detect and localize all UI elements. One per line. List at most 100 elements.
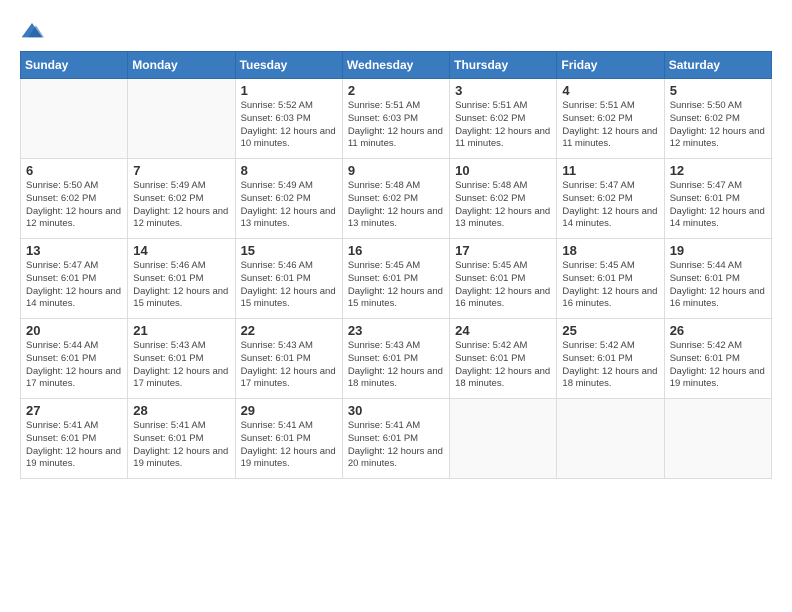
weekday-header: Saturday <box>664 52 771 79</box>
day-info: Sunrise: 5:48 AM Sunset: 6:02 PM Dayligh… <box>348 180 444 231</box>
calendar-day-cell: 22 Sunrise: 5:43 AM Sunset: 6:01 PM Dayli… <box>235 319 342 399</box>
day-number: 25 <box>562 323 658 338</box>
calendar-day-cell: 13 Sunrise: 5:47 AM Sunset: 6:01 PM Dayli… <box>21 239 128 319</box>
day-number: 1 <box>241 83 337 98</box>
calendar-header-row: SundayMondayTuesdayWednesdayThursdayFrid… <box>21 52 772 79</box>
day-info: Sunrise: 5:47 AM Sunset: 6:01 PM Dayligh… <box>26 260 122 311</box>
day-info: Sunrise: 5:49 AM Sunset: 6:02 PM Dayligh… <box>241 180 337 231</box>
day-number: 19 <box>670 243 766 258</box>
day-number: 3 <box>455 83 551 98</box>
calendar-day-cell: 26Sunrise: 5:42 AM Sunset: 6:01 PM Dayli… <box>664 319 771 399</box>
calendar-body: 1Sunrise: 5:52 AM Sunset: 6:03 PM Daylig… <box>21 79 772 479</box>
day-number: 12 <box>670 163 766 178</box>
calendar-day-cell: 19 Sunrise: 5:44 AM Sunset: 6:01 PM Dayli… <box>664 239 771 319</box>
day-number: 29 <box>241 403 337 418</box>
calendar-week-row: 20Sunrise: 5:44 AM Sunset: 6:01 PM Dayli… <box>21 319 772 399</box>
calendar-day-cell: 24 Sunrise: 5:42 AM Sunset: 6:01 PM Dayli… <box>450 319 557 399</box>
weekday-header: Sunday <box>21 52 128 79</box>
day-number: 24 <box>455 323 551 338</box>
day-info: Sunrise: 5:45 AM Sunset: 6:01 PM Dayligh… <box>562 260 658 311</box>
calendar-week-row: 6 Sunrise: 5:50 AM Sunset: 6:02 PM Daylig… <box>21 159 772 239</box>
calendar-day-cell <box>664 399 771 479</box>
day-number: 27 <box>26 403 122 418</box>
calendar-day-cell: 8 Sunrise: 5:49 AM Sunset: 6:02 PM Daylig… <box>235 159 342 239</box>
calendar-day-cell: 14Sunrise: 5:46 AM Sunset: 6:01 PM Dayli… <box>128 239 235 319</box>
page-container: SundayMondayTuesdayWednesdayThursdayFrid… <box>20 20 772 479</box>
day-info: Sunrise: 5:48 AM Sunset: 6:02 PM Dayligh… <box>455 180 551 231</box>
day-info: Sunrise: 5:41 AM Sunset: 6:01 PM Dayligh… <box>348 420 444 471</box>
calendar-day-cell: 3 Sunrise: 5:51 AM Sunset: 6:02 PM Daylig… <box>450 79 557 159</box>
calendar-day-cell: 9 Sunrise: 5:48 AM Sunset: 6:02 PM Daylig… <box>342 159 449 239</box>
day-number: 6 <box>26 163 122 178</box>
calendar: SundayMondayTuesdayWednesdayThursdayFrid… <box>20 51 772 479</box>
day-info: Sunrise: 5:42 AM Sunset: 6:01 PM Dayligh… <box>455 340 551 391</box>
day-info: Sunrise: 5:44 AM Sunset: 6:01 PM Dayligh… <box>26 340 122 391</box>
calendar-week-row: 1Sunrise: 5:52 AM Sunset: 6:03 PM Daylig… <box>21 79 772 159</box>
logo <box>20 20 48 41</box>
day-number: 15 <box>241 243 337 258</box>
day-number: 8 <box>241 163 337 178</box>
day-info: Sunrise: 5:51 AM Sunset: 6:02 PM Dayligh… <box>562 100 658 151</box>
day-info: Sunrise: 5:45 AM Sunset: 6:01 PM Dayligh… <box>348 260 444 311</box>
day-info: Sunrise: 5:51 AM Sunset: 6:02 PM Dayligh… <box>455 100 551 151</box>
day-number: 23 <box>348 323 444 338</box>
day-number: 5 <box>670 83 766 98</box>
header <box>20 20 772 41</box>
calendar-day-cell: 15Sunrise: 5:46 AM Sunset: 6:01 PM Dayli… <box>235 239 342 319</box>
calendar-day-cell: 29 Sunrise: 5:41 AM Sunset: 6:01 PM Dayli… <box>235 399 342 479</box>
day-number: 13 <box>26 243 122 258</box>
day-info: Sunrise: 5:50 AM Sunset: 6:02 PM Dayligh… <box>670 100 766 151</box>
day-number: 18 <box>562 243 658 258</box>
calendar-day-cell: 27 Sunrise: 5:41 AM Sunset: 6:01 PM Dayli… <box>21 399 128 479</box>
day-number: 7 <box>133 163 229 178</box>
day-number: 14 <box>133 243 229 258</box>
day-info: Sunrise: 5:41 AM Sunset: 6:01 PM Dayligh… <box>241 420 337 471</box>
calendar-day-cell: 6 Sunrise: 5:50 AM Sunset: 6:02 PM Daylig… <box>21 159 128 239</box>
day-number: 17 <box>455 243 551 258</box>
day-info: Sunrise: 5:51 AM Sunset: 6:03 PM Dayligh… <box>348 100 444 151</box>
day-info: Sunrise: 5:42 AM Sunset: 6:01 PM Dayligh… <box>670 340 766 391</box>
weekday-header: Tuesday <box>235 52 342 79</box>
calendar-day-cell: 23 Sunrise: 5:43 AM Sunset: 6:01 PM Dayli… <box>342 319 449 399</box>
day-info: Sunrise: 5:44 AM Sunset: 6:01 PM Dayligh… <box>670 260 766 311</box>
calendar-day-cell: 11 Sunrise: 5:47 AM Sunset: 6:02 PM Dayli… <box>557 159 664 239</box>
day-number: 10 <box>455 163 551 178</box>
calendar-day-cell: 7 Sunrise: 5:49 AM Sunset: 6:02 PM Daylig… <box>128 159 235 239</box>
calendar-day-cell <box>21 79 128 159</box>
day-number: 16 <box>348 243 444 258</box>
weekday-header: Monday <box>128 52 235 79</box>
calendar-week-row: 27 Sunrise: 5:41 AM Sunset: 6:01 PM Dayli… <box>21 399 772 479</box>
day-number: 4 <box>562 83 658 98</box>
day-info: Sunrise: 5:49 AM Sunset: 6:02 PM Dayligh… <box>133 180 229 231</box>
day-info: Sunrise: 5:43 AM Sunset: 6:01 PM Dayligh… <box>133 340 229 391</box>
day-info: Sunrise: 5:47 AM Sunset: 6:02 PM Dayligh… <box>562 180 658 231</box>
calendar-day-cell: 1Sunrise: 5:52 AM Sunset: 6:03 PM Daylig… <box>235 79 342 159</box>
calendar-day-cell: 4 Sunrise: 5:51 AM Sunset: 6:02 PM Daylig… <box>557 79 664 159</box>
day-info: Sunrise: 5:41 AM Sunset: 6:01 PM Dayligh… <box>133 420 229 471</box>
day-info: Sunrise: 5:42 AM Sunset: 6:01 PM Dayligh… <box>562 340 658 391</box>
day-number: 2 <box>348 83 444 98</box>
day-info: Sunrise: 5:47 AM Sunset: 6:01 PM Dayligh… <box>670 180 766 231</box>
day-info: Sunrise: 5:50 AM Sunset: 6:02 PM Dayligh… <box>26 180 122 231</box>
calendar-day-cell: 16 Sunrise: 5:45 AM Sunset: 6:01 PM Dayli… <box>342 239 449 319</box>
day-number: 22 <box>241 323 337 338</box>
calendar-day-cell: 18 Sunrise: 5:45 AM Sunset: 6:01 PM Dayli… <box>557 239 664 319</box>
calendar-day-cell: 5 Sunrise: 5:50 AM Sunset: 6:02 PM Daylig… <box>664 79 771 159</box>
day-info: Sunrise: 5:43 AM Sunset: 6:01 PM Dayligh… <box>241 340 337 391</box>
logo-icon <box>20 21 44 41</box>
day-number: 21 <box>133 323 229 338</box>
calendar-day-cell: 21 Sunrise: 5:43 AM Sunset: 6:01 PM Dayli… <box>128 319 235 399</box>
day-number: 28 <box>133 403 229 418</box>
day-number: 11 <box>562 163 658 178</box>
day-number: 30 <box>348 403 444 418</box>
day-info: Sunrise: 5:41 AM Sunset: 6:01 PM Dayligh… <box>26 420 122 471</box>
calendar-day-cell: 12 Sunrise: 5:47 AM Sunset: 6:01 PM Dayli… <box>664 159 771 239</box>
calendar-day-cell <box>128 79 235 159</box>
calendar-day-cell: 2 Sunrise: 5:51 AM Sunset: 6:03 PM Daylig… <box>342 79 449 159</box>
calendar-day-cell <box>450 399 557 479</box>
day-number: 9 <box>348 163 444 178</box>
calendar-day-cell: 20Sunrise: 5:44 AM Sunset: 6:01 PM Dayli… <box>21 319 128 399</box>
calendar-day-cell: 25 Sunrise: 5:42 AM Sunset: 6:01 PM Dayli… <box>557 319 664 399</box>
weekday-header: Friday <box>557 52 664 79</box>
day-info: Sunrise: 5:43 AM Sunset: 6:01 PM Dayligh… <box>348 340 444 391</box>
